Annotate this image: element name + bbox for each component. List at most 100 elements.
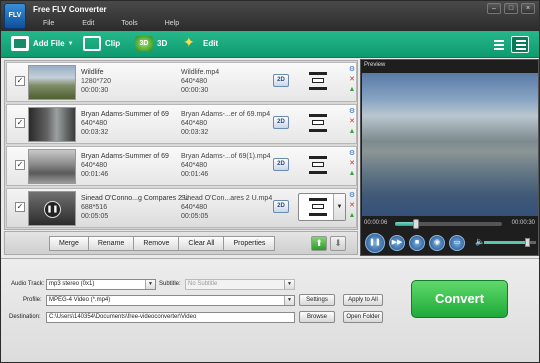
video-thumbnail[interactable] — [28, 149, 76, 184]
remove-icon[interactable]: ✕ — [348, 160, 356, 168]
menu-tools[interactable]: Tools — [121, 20, 137, 27]
close-button[interactable]: × — [521, 3, 535, 14]
remove-icon[interactable]: ✕ — [348, 76, 356, 84]
browse-button[interactable]: Browse — [299, 311, 335, 323]
source-name: Wildlife — [81, 69, 104, 76]
audio-track-value: mp3 stereo (0x1) — [49, 281, 95, 287]
output-format-icon[interactable] — [307, 70, 329, 92]
move-up-icon[interactable]: ▲ — [348, 86, 356, 94]
volume-slider[interactable] — [484, 238, 536, 247]
2d-mode-button[interactable]: 2D — [273, 74, 289, 87]
clip-label: Clip — [105, 39, 121, 48]
clip-button[interactable]: Clip — [83, 36, 120, 51]
chevron-down-icon: ▼ — [333, 194, 345, 220]
move-up-button[interactable]: ⬆ — [311, 236, 327, 251]
properties-button[interactable]: Properties — [223, 236, 276, 251]
list-view-button[interactable] — [490, 36, 508, 53]
merge-button[interactable]: Merge — [49, 236, 89, 251]
output-resolution: 640*480 — [181, 204, 208, 211]
fast-forward-button[interactable]: ▶▶ — [389, 235, 405, 251]
settings-button[interactable]: Settings — [299, 294, 335, 306]
remove-icon[interactable]: ✕ — [348, 202, 356, 210]
video-thumbnail[interactable] — [28, 107, 76, 142]
remove-button[interactable]: Remove — [133, 236, 180, 251]
rename-button[interactable]: Rename — [87, 236, 135, 251]
file-row[interactable]: ✓ Bryan Adams-Summer of 69 640*480 00:01… — [6, 146, 357, 186]
edit-button[interactable]: Edit — [181, 34, 218, 51]
output-settings: Audio Track: mp3 stereo (0x1) ▼ Subtitle… — [1, 258, 539, 362]
video-thumbnail[interactable]: ❚❚ — [28, 191, 76, 226]
chevron-down-icon: ▼ — [284, 296, 294, 305]
source-name: Bryan Adams-Summer of 69 — [81, 153, 169, 160]
row-actions: ⚙ ✕ ▲ — [348, 150, 358, 182]
output-format-dropdown[interactable]: ▼ — [298, 193, 346, 221]
output-duration: 00:01:46 — [181, 171, 209, 178]
open-folder-icon[interactable]: ▭ — [449, 235, 465, 251]
output-duration: 00:00:30 — [181, 87, 209, 94]
seek-slider[interactable] — [395, 219, 502, 229]
output-info: Bryan Adams-...er of 69.mp4 640*480 00:0… — [181, 110, 270, 137]
remove-icon[interactable]: ✕ — [348, 118, 356, 126]
source-resolution: 1280*720 — [81, 78, 111, 85]
menu-help[interactable]: Help — [165, 20, 179, 27]
subtitle-select[interactable]: No Subtitle ▼ — [185, 279, 295, 290]
move-up-icon[interactable]: ▲ — [348, 212, 356, 220]
row-checkbox[interactable]: ✓ — [15, 118, 25, 128]
detail-view-button[interactable] — [511, 36, 529, 53]
row-checkbox[interactable]: ✓ — [15, 76, 25, 86]
snapshot-button[interactable]: ◉ — [429, 235, 445, 251]
gear-icon[interactable]: ⚙ — [348, 66, 356, 74]
file-row-selected[interactable]: ✓ ❚❚ Sinead O'Conno...g Compares 2 U 688… — [6, 188, 357, 228]
menu-edit[interactable]: Edit — [82, 20, 94, 27]
video-thumbnail[interactable] — [28, 65, 76, 100]
3d-button[interactable]: 3D 3D — [135, 36, 167, 51]
2d-mode-button[interactable]: 2D — [273, 116, 289, 129]
output-name[interactable]: Sinead O'Con...ares 2 U.mp4 — [181, 194, 272, 203]
3d-icon: 3D — [135, 36, 153, 51]
clear-all-button[interactable]: Clear All — [178, 236, 225, 251]
seek-handle[interactable] — [413, 219, 420, 229]
audio-track-select[interactable]: mp3 stereo (0x1) ▼ — [46, 279, 156, 290]
pause-icon[interactable]: ❚❚ — [44, 201, 61, 218]
output-format-icon[interactable] — [307, 112, 329, 134]
volume-handle[interactable] — [525, 238, 531, 247]
row-checkbox[interactable]: ✓ — [15, 202, 25, 212]
maximize-button[interactable]: □ — [504, 3, 518, 14]
preview-video[interactable] — [362, 73, 538, 216]
volume-level — [484, 241, 529, 244]
move-down-button[interactable]: ⬇ — [330, 236, 346, 251]
2d-mode-button[interactable]: 2D — [273, 200, 289, 213]
pause-button[interactable]: ❚❚ — [365, 233, 385, 253]
toolbar: Add File ▼ Clip 3D 3D Edit — [1, 31, 539, 58]
total-time: 00:00:30 — [511, 220, 535, 226]
output-name[interactable]: Bryan Adams-...of 69(1).mp4 — [181, 152, 270, 161]
minimize-button[interactable]: – — [487, 3, 501, 14]
output-name[interactable]: Bryan Adams-...er of 69.mp4 — [181, 110, 270, 119]
file-list: ✓ Wildlife 1280*720 00:00:30 Wildlife.mp… — [4, 60, 358, 230]
gear-icon[interactable]: ⚙ — [348, 108, 356, 116]
menu-file[interactable]: File — [43, 20, 54, 27]
gear-icon[interactable]: ⚙ — [348, 192, 356, 200]
apply-to-all-button[interactable]: Apply to All — [343, 294, 383, 306]
stop-button[interactable]: ■ — [409, 235, 425, 251]
output-name[interactable]: Wildlife.mp4 — [181, 68, 219, 77]
list-buttons: Merge Rename Remove Clear All Properties — [49, 236, 276, 251]
add-file-label: Add File — [33, 39, 65, 48]
source-duration: 00:01:46 — [81, 171, 109, 178]
subtitle-label: Subtitle: — [159, 281, 181, 287]
source-info: Sinead O'Conno...g Compares 2 U 688*516 … — [81, 194, 189, 221]
output-format-icon[interactable] — [307, 154, 329, 176]
open-folder-button[interactable]: Open Folder — [343, 311, 383, 323]
row-checkbox[interactable]: ✓ — [15, 160, 25, 170]
destination-input[interactable]: C:\Users\140354\Documents\free-videoconv… — [46, 312, 295, 323]
gear-icon[interactable]: ⚙ — [348, 150, 356, 158]
source-resolution: 688*516 — [81, 204, 108, 211]
2d-mode-button[interactable]: 2D — [273, 158, 289, 171]
file-row[interactable]: ✓ Bryan Adams-Summer of 69 640*480 00:03… — [6, 104, 357, 144]
convert-button[interactable]: Convert — [411, 280, 508, 318]
move-up-icon[interactable]: ▲ — [348, 170, 356, 178]
profile-select[interactable]: MPEG-4 Video (*.mp4) ▼ — [46, 295, 295, 306]
move-up-icon[interactable]: ▲ — [348, 128, 356, 136]
file-row[interactable]: ✓ Wildlife 1280*720 00:00:30 Wildlife.mp… — [6, 62, 357, 102]
add-file-button[interactable]: Add File ▼ — [11, 36, 74, 51]
